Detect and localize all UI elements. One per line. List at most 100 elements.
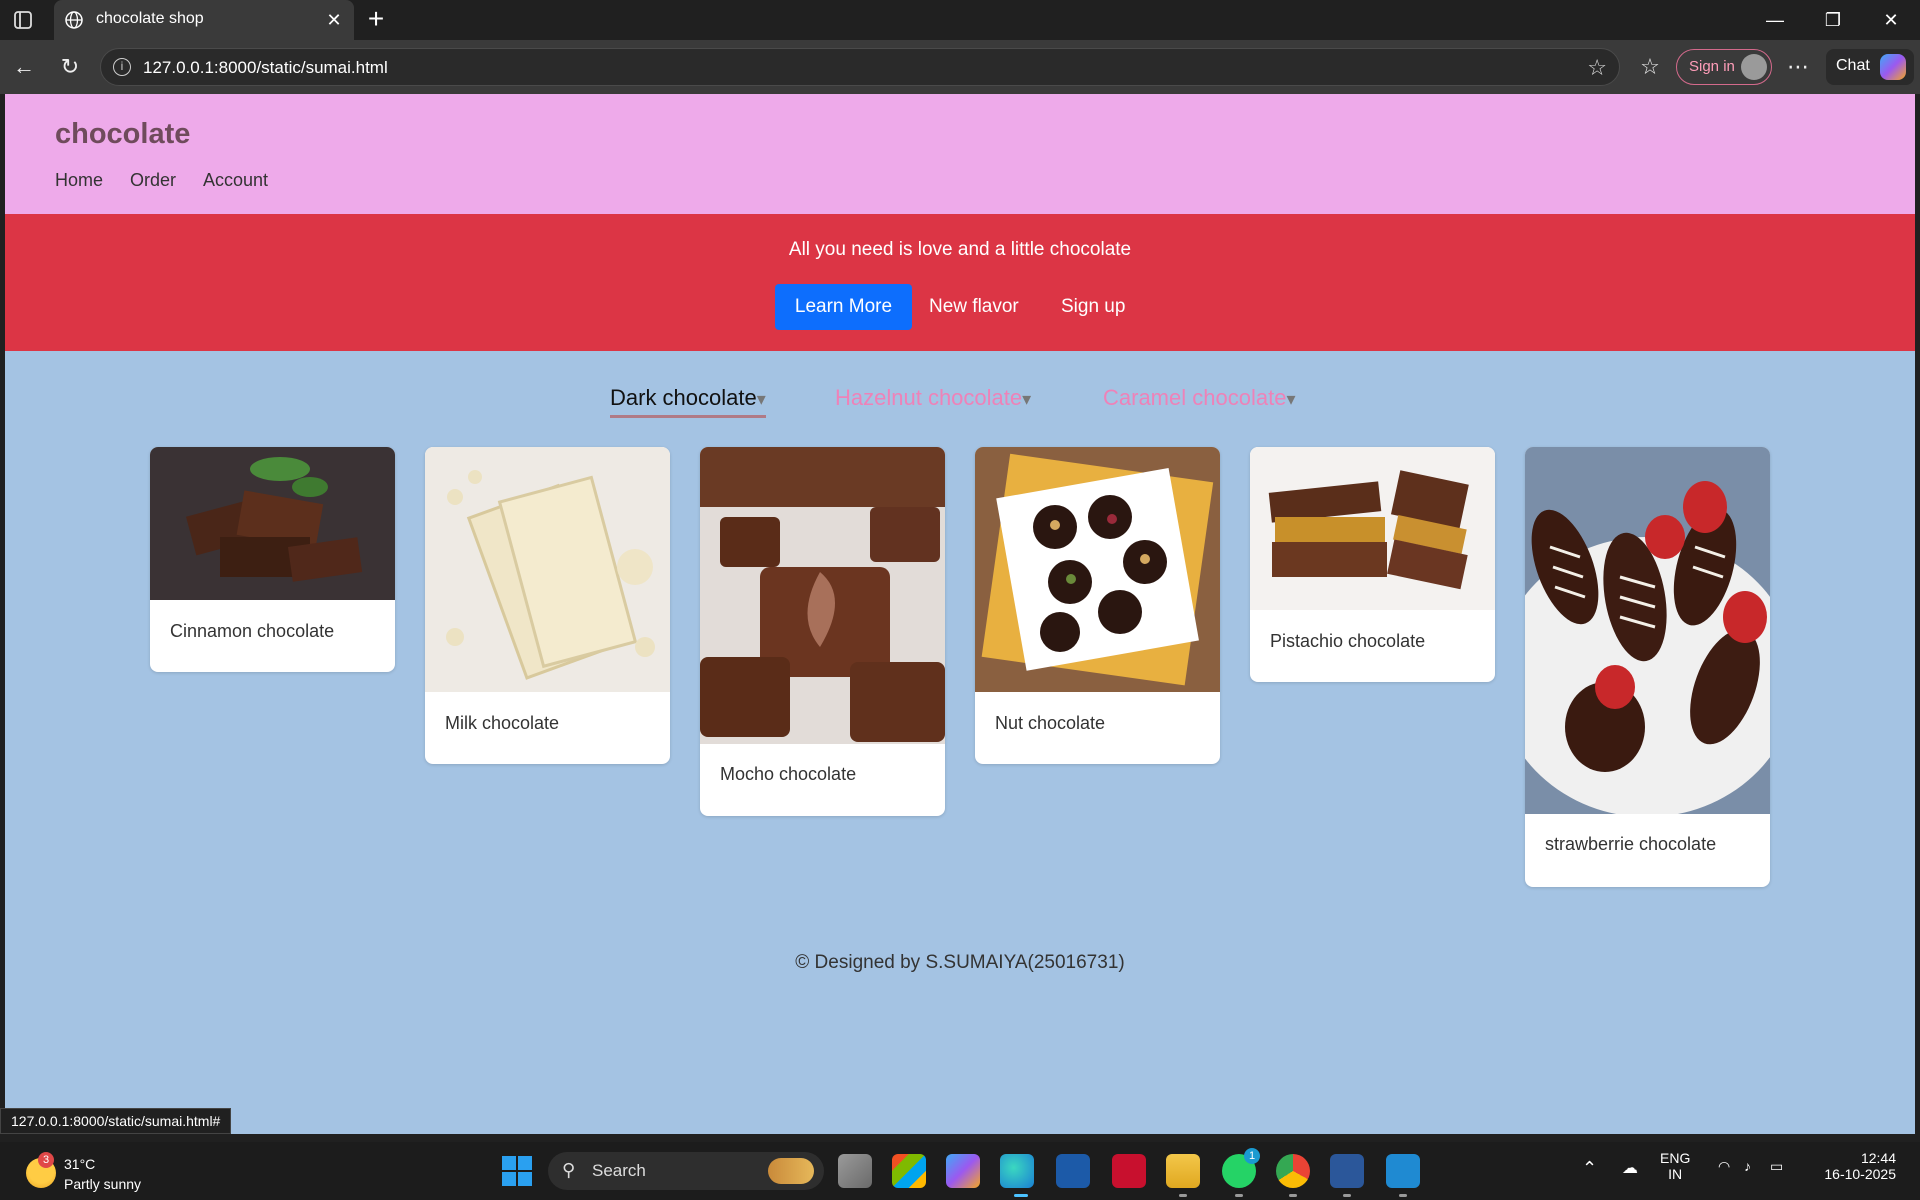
security-app-icon[interactable] [1056, 1154, 1090, 1188]
hero-tagline: All you need is love and a little chocol… [788, 239, 1132, 260]
app-indicator [1343, 1194, 1351, 1197]
chat-label: Chat [1836, 57, 1870, 74]
wifi-icon[interactable]: ◠ [1718, 1158, 1730, 1175]
product-image [1525, 447, 1770, 814]
product-card[interactable]: strawberrie chocolate [1525, 447, 1770, 887]
browser-tab-active[interactable]: chocolate shop ✕ [54, 0, 354, 40]
nav-home[interactable]: Home [55, 170, 103, 191]
app-indicator [1179, 1194, 1187, 1197]
active-app-indicator [1014, 1194, 1028, 1197]
product-name: Milk chocolate [445, 713, 560, 733]
product-card[interactable]: Pistachio chocolate [1250, 447, 1495, 682]
minimize-icon[interactable]: — [1760, 8, 1790, 32]
lang-top: ENG [1660, 1150, 1691, 1166]
copilot-icon [1880, 54, 1906, 80]
nav-order[interactable]: Order [130, 170, 176, 191]
whatsapp-badge: 1 [1244, 1148, 1260, 1164]
footer-credit: © Designed by S.SUMAIYA(25016731) [795, 952, 1125, 973]
lang-bottom: IN [1668, 1166, 1683, 1182]
signin-button[interactable]: Sign in [1676, 49, 1772, 85]
app-indicator [1399, 1194, 1407, 1197]
weather-badge: 3 [38, 1152, 54, 1168]
site-header: chocolate Home Order Account [5, 94, 1915, 214]
product-image [1250, 447, 1495, 610]
signin-label: Sign in [1689, 58, 1735, 75]
clock-time: 12:44 [1860, 1150, 1896, 1166]
store-icon[interactable] [892, 1154, 926, 1188]
browser-toolbar: ← ↻ i 127.0.0.1:8000/static/sumai.html ☆… [0, 40, 1920, 94]
caret-down-icon: ▾ [1286, 389, 1296, 409]
avatar [1741, 54, 1767, 80]
globe-icon [65, 11, 83, 29]
app-indicator [1289, 1194, 1297, 1197]
product-name: Nut chocolate [995, 713, 1106, 733]
more-menu-icon[interactable]: ⋯ [1784, 53, 1812, 81]
restore-icon[interactable]: ❐ [1818, 8, 1848, 32]
battery-icon[interactable]: ▭ [1770, 1158, 1783, 1175]
chevron-up-icon[interactable]: ⌃ [1582, 1158, 1597, 1179]
product-name: Cinnamon chocolate [170, 621, 335, 641]
tab-dark-chocolate[interactable]: Dark chocolate▾ [610, 385, 766, 418]
address-bar[interactable]: i 127.0.0.1:8000/static/sumai.html ☆ [100, 48, 1620, 86]
caret-down-icon: ▾ [756, 389, 766, 409]
app-indicator [1235, 1194, 1243, 1197]
browser-titlebar: chocolate shop ✕ + — ❐ ✕ [0, 0, 1920, 40]
chrome-icon[interactable] [1276, 1154, 1310, 1188]
taskbar: 3 31°C Partly sunny ⚲ Search 1 ⌃ ☁ ENG I… [0, 1142, 1920, 1200]
product-image [700, 447, 945, 744]
language-indicator[interactable]: ENG IN [1660, 1150, 1690, 1182]
back-icon[interactable]: ← [10, 53, 38, 81]
site-info-icon[interactable]: i [113, 58, 131, 76]
tab-label: Dark chocolate [610, 385, 757, 410]
vscode-icon[interactable] [1386, 1154, 1420, 1188]
edge-icon[interactable] [1000, 1154, 1034, 1188]
tab-close-icon[interactable]: ✕ [324, 10, 344, 30]
new-tab-icon[interactable]: + [364, 5, 388, 33]
product-card[interactable]: Cinnamon chocolate [150, 447, 395, 672]
search-icon: ⚲ [562, 1160, 576, 1180]
product-card[interactable]: Nut chocolate [975, 447, 1220, 764]
window-close-icon[interactable]: ✕ [1876, 8, 1906, 32]
tab-label: Caramel chocolate [1103, 385, 1287, 410]
whatsapp-icon[interactable]: 1 [1222, 1148, 1260, 1188]
status-url: 127.0.0.1:8000/static/sumai.html# [0, 1108, 232, 1134]
favorite-star-icon[interactable]: ☆ [1587, 55, 1607, 81]
clock-date: 16-10-2025 [1824, 1166, 1896, 1182]
cloud-offline-icon[interactable]: ☁ [1622, 1158, 1638, 1178]
taskbar-search[interactable]: ⚲ Search [548, 1152, 824, 1190]
caret-down-icon: ▾ [1022, 389, 1032, 409]
tab-actions-icon[interactable] [12, 9, 34, 31]
product-name: Pistachio chocolate [1270, 631, 1426, 651]
product-image [975, 447, 1220, 692]
reload-icon[interactable]: ↻ [56, 53, 84, 81]
tab-label: Hazelnut chocolate [835, 385, 1023, 410]
task-view-icon[interactable] [838, 1154, 872, 1188]
clock[interactable]: 12:44 16-10-2025 [1812, 1150, 1896, 1182]
product-image [150, 447, 395, 600]
chat-button[interactable]: Chat [1826, 49, 1914, 85]
brand-title: chocolate [55, 118, 191, 150]
mcafee-icon[interactable] [1112, 1154, 1146, 1188]
tab-title: chocolate shop [96, 10, 204, 27]
hero-banner: All you need is love and a little chocol… [5, 214, 1915, 351]
weather-temp: 31°C [64, 1156, 96, 1172]
windows-start-icon[interactable] [502, 1156, 532, 1186]
learn-more-button[interactable]: Learn More [775, 284, 912, 330]
favorites-icon[interactable]: ☆ [1636, 53, 1664, 81]
product-card[interactable]: Mocho chocolate [700, 447, 945, 816]
tab-hazelnut-chocolate[interactable]: Hazelnut chocolate▾ [835, 385, 1031, 411]
copilot-app-icon[interactable] [946, 1154, 980, 1188]
product-name: strawberrie chocolate [1545, 834, 1717, 854]
nav-account[interactable]: Account [203, 170, 268, 191]
search-label: Search [592, 1161, 646, 1180]
volume-icon[interactable]: ♪ [1744, 1158, 1751, 1174]
page-content: chocolate Home Order Account All you nee… [5, 94, 1915, 1134]
file-explorer-icon[interactable] [1166, 1154, 1200, 1188]
new-flavor-link[interactable]: New flavor [929, 296, 1019, 318]
word-icon[interactable] [1330, 1154, 1364, 1188]
weather-condition: Partly sunny [64, 1176, 142, 1192]
product-card[interactable]: Milk chocolate [425, 447, 670, 764]
tab-caramel-chocolate[interactable]: Caramel chocolate▾ [1103, 385, 1295, 411]
url-text[interactable]: 127.0.0.1:8000/static/sumai.html [143, 58, 388, 78]
signup-link[interactable]: Sign up [1061, 296, 1125, 318]
